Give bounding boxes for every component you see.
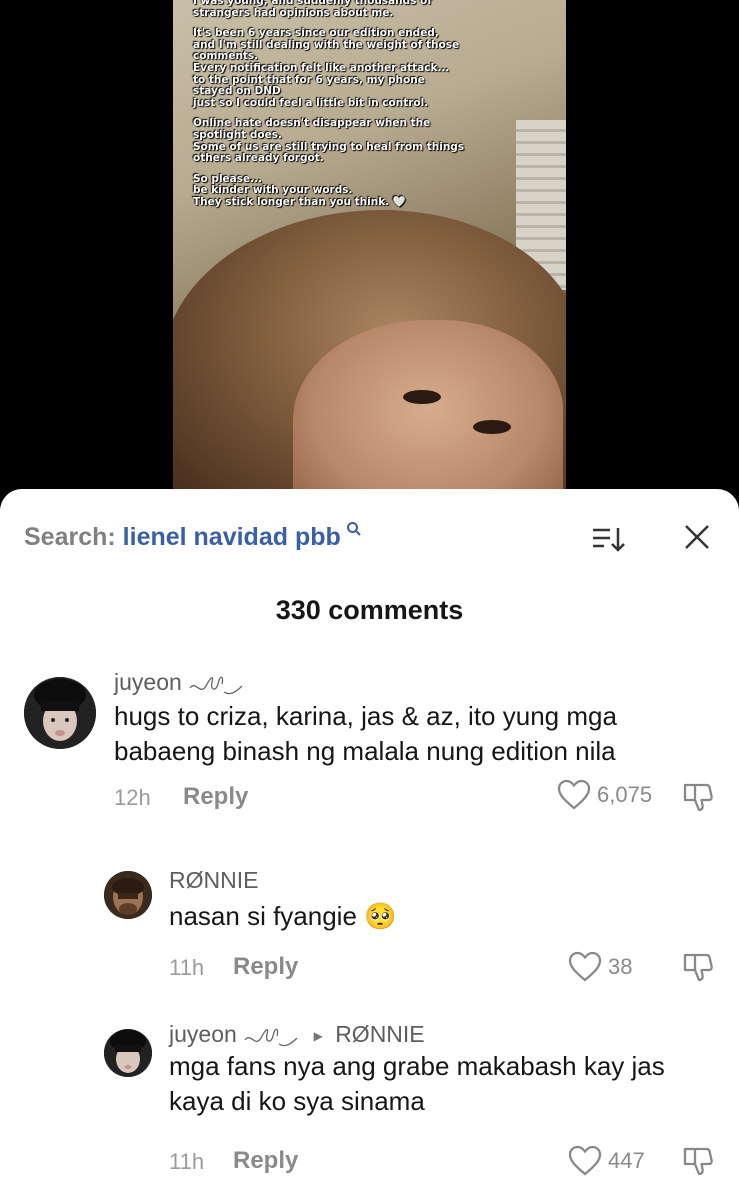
comment-text: hugs to criza, karina, jas & az, ito yun… bbox=[114, 699, 617, 769]
close-icon[interactable] bbox=[683, 523, 711, 551]
overlay-paragraph: It's been 6 years since our edition ende… bbox=[193, 27, 460, 109]
video-player[interactable]: I was young, and suddenly thousands of s… bbox=[0, 0, 739, 520]
comment-username[interactable]: juyeon ▶ RØNNIE bbox=[169, 1021, 425, 1050]
search-suggestion[interactable]: Search: lienel navidad pbb bbox=[24, 522, 362, 552]
reply-arrow-icon: ▶ bbox=[313, 1028, 323, 1043]
dislike-icon[interactable] bbox=[682, 781, 714, 813]
overlay-paragraph: So please... be kinder with your words. … bbox=[193, 172, 406, 208]
heart-icon bbox=[568, 1145, 602, 1176]
comment-username[interactable]: juyeon bbox=[114, 669, 244, 698]
comment-text-line: kaya di ko sya sinama bbox=[169, 1086, 425, 1116]
heart-icon bbox=[557, 779, 591, 810]
overlay-paragraph: Online hate doesn't disappear when the s… bbox=[193, 117, 465, 165]
scribble-icon bbox=[189, 676, 243, 695]
search-icon bbox=[341, 522, 362, 541]
reply-button[interactable]: Reply bbox=[233, 953, 298, 981]
like-button[interactable]: 447 bbox=[568, 1145, 645, 1177]
like-button[interactable]: 38 bbox=[568, 951, 632, 983]
avatar[interactable] bbox=[104, 1029, 152, 1077]
username-text: RØNNIE bbox=[169, 867, 259, 893]
comment-username[interactable]: RØNNIE bbox=[169, 867, 258, 894]
heart-icon bbox=[568, 951, 602, 982]
username-text: juyeon bbox=[114, 669, 182, 695]
dislike-icon[interactable] bbox=[682, 951, 714, 983]
comment-timestamp: 11h bbox=[169, 955, 205, 980]
dislike-icon[interactable] bbox=[682, 1145, 714, 1177]
like-count: 447 bbox=[608, 1148, 645, 1173]
reply-button[interactable]: Reply bbox=[233, 1147, 298, 1175]
like-button[interactable]: 6,075 bbox=[557, 779, 652, 811]
search-query-link[interactable]: lienel navidad pbb bbox=[123, 523, 341, 551]
video-subject-face bbox=[293, 320, 563, 500]
avatar[interactable] bbox=[24, 677, 96, 749]
comment-text-line: nasan si fyangie 🥺 bbox=[169, 901, 397, 931]
video-frame[interactable]: I was young, and suddenly thousands of s… bbox=[173, 0, 566, 500]
comments-sheet: Search: lienel navidad pbb 330 comments bbox=[0, 489, 739, 1200]
comment-text-line: hugs to criza, karina, jas & az, ito yun… bbox=[114, 701, 617, 731]
reply-to-username[interactable]: RØNNIE bbox=[335, 1021, 424, 1047]
comment-timestamp: 11h bbox=[169, 1149, 205, 1174]
username-text: juyeon bbox=[169, 1021, 237, 1047]
comment-text-line: mga fans nya ang grabe makabash kay jas bbox=[169, 1051, 665, 1081]
comment-text: nasan si fyangie 🥺 bbox=[169, 899, 397, 934]
video-subject-eye bbox=[473, 420, 511, 434]
video-caption-overlay: I was young, and suddenly thousands of s… bbox=[193, 0, 483, 218]
sort-icon[interactable] bbox=[592, 525, 626, 553]
comment-timestamp: 12h bbox=[114, 785, 151, 810]
comment-text-line: babaeng binash ng malala nung edition ni… bbox=[114, 736, 616, 766]
like-count: 6,075 bbox=[597, 782, 653, 807]
reply-button[interactable]: Reply bbox=[183, 783, 248, 811]
like-count: 38 bbox=[608, 954, 633, 979]
search-label: Search: bbox=[24, 523, 116, 551]
comment-count: 330 comments bbox=[275, 595, 464, 625]
overlay-paragraph: I was young, and suddenly thousands of s… bbox=[193, 0, 432, 19]
scribble-icon bbox=[244, 1028, 298, 1047]
avatar[interactable] bbox=[104, 871, 152, 919]
comment-text: mga fans nya ang grabe makabash kay jas … bbox=[169, 1049, 665, 1119]
video-subject-eye bbox=[403, 390, 441, 404]
